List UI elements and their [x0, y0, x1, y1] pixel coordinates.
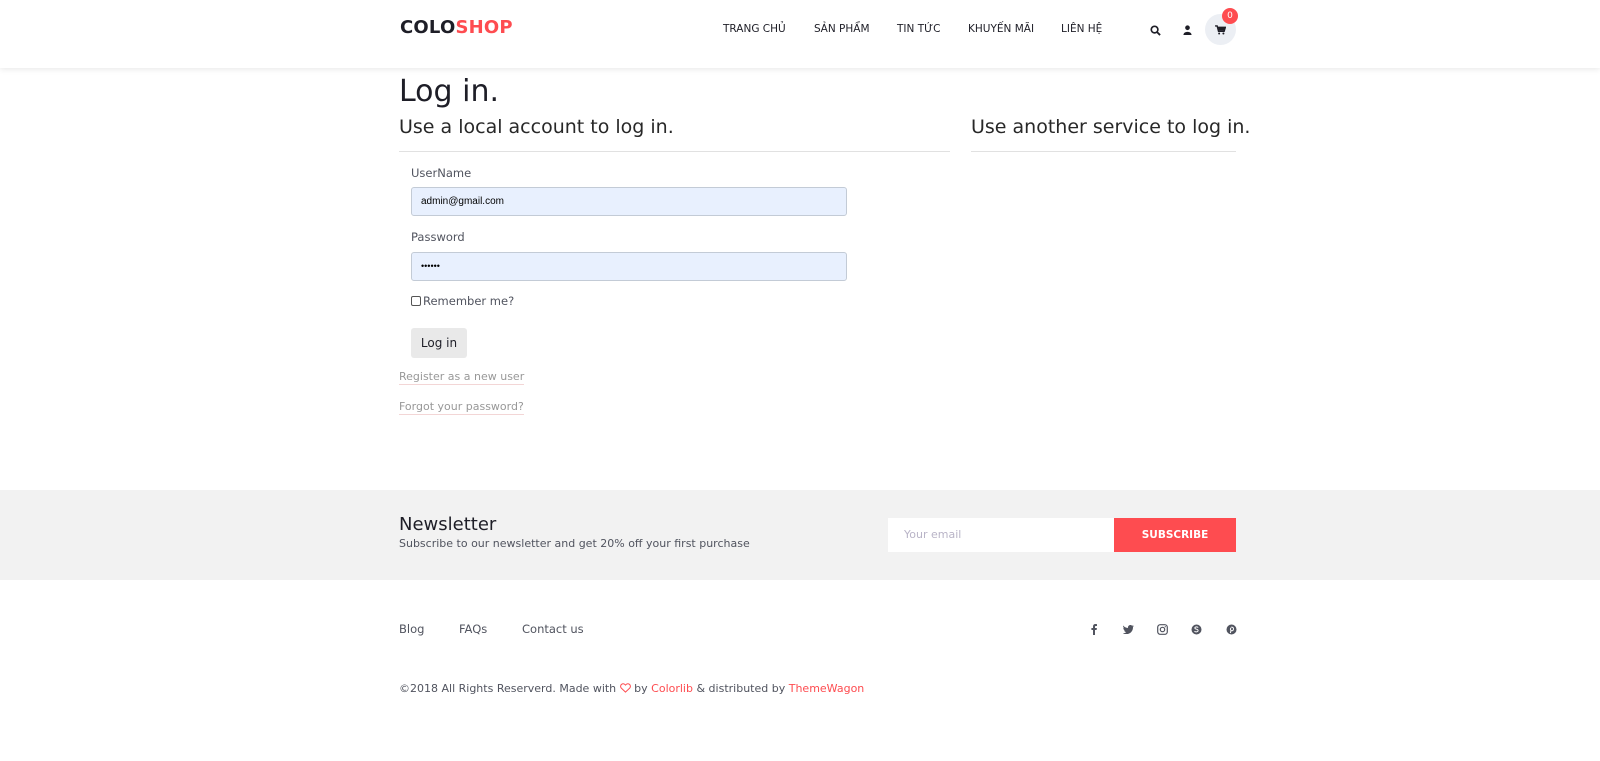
instagram-icon[interactable] [1156, 623, 1168, 635]
nav-item-tin-tuc[interactable]: TIN TỨC [897, 23, 940, 35]
external-divider [971, 151, 1236, 152]
subscribe-button[interactable]: SUBSCRIBE [1114, 518, 1236, 552]
register-link[interactable]: Register as a new user [399, 370, 525, 385]
nav-item-lien-he[interactable]: LIÊN HỆ [1061, 23, 1102, 35]
user-icon[interactable] [1179, 22, 1195, 38]
copyright-distributed: & distributed by [696, 682, 786, 695]
username-input[interactable]: admin@gmail.com [411, 187, 847, 216]
copyright-prefix: ©2018 All Rights Reserverd. Made with [399, 682, 617, 695]
local-divider [399, 151, 950, 152]
logo-text-colo: COLO [400, 17, 456, 38]
nav-item-trang-chu[interactable]: TRANG CHỦ [723, 23, 786, 35]
newsletter-title: Newsletter [399, 514, 497, 535]
password-input[interactable]: •••••• [411, 252, 847, 281]
twitter-icon[interactable] [1122, 623, 1134, 635]
external-login-heading: Use another service to log in. [971, 116, 1251, 138]
page-title: Log in. [399, 74, 500, 109]
site-header: COLOSHOP TRANG CHỦ SẢN PHẨM TIN TỨC KHUY… [0, 0, 1600, 68]
themewagon-link[interactable]: ThemeWagon [789, 682, 865, 695]
remember-me-checkbox[interactable] [411, 296, 421, 306]
site-logo[interactable]: COLOSHOP [400, 17, 513, 38]
newsletter-email-input[interactable]: Your email [888, 518, 1114, 552]
local-account-heading: Use a local account to log in. [399, 116, 674, 138]
username-label: UserName [411, 166, 472, 180]
heart-icon [619, 682, 635, 695]
remember-me-label[interactable]: Remember me? [423, 294, 514, 308]
pinterest-icon[interactable] [1225, 623, 1237, 635]
search-icon[interactable] [1147, 22, 1163, 38]
nav-item-san-pham[interactable]: SẢN PHẨM [814, 23, 870, 35]
forgot-password-link[interactable]: Forgot your password? [399, 400, 524, 415]
newsletter-subtitle: Subscribe to our newsletter and get 20% … [399, 537, 750, 550]
footer-link-blog[interactable]: Blog [399, 622, 424, 636]
cart-count-badge: 0 [1222, 8, 1238, 24]
password-label: Password [411, 230, 465, 244]
footer-link-faqs[interactable]: FAQs [459, 622, 487, 636]
cart-icon [1215, 20, 1227, 39]
login-button[interactable]: Log in [411, 328, 467, 358]
copyright-text: ©2018 All Rights Reserverd. Made with by… [399, 682, 864, 695]
logo-text-shop: SHOP [455, 17, 513, 38]
copyright-by: by [634, 682, 648, 695]
facebook-icon[interactable] [1088, 623, 1100, 635]
footer-link-contact[interactable]: Contact us [522, 622, 584, 636]
nav-item-khuyen-mai[interactable]: KHUYẾN MÃI [968, 23, 1034, 35]
newsletter-section [0, 490, 1600, 580]
colorlib-link[interactable]: Colorlib [651, 682, 693, 695]
skype-icon[interactable] [1190, 623, 1202, 635]
